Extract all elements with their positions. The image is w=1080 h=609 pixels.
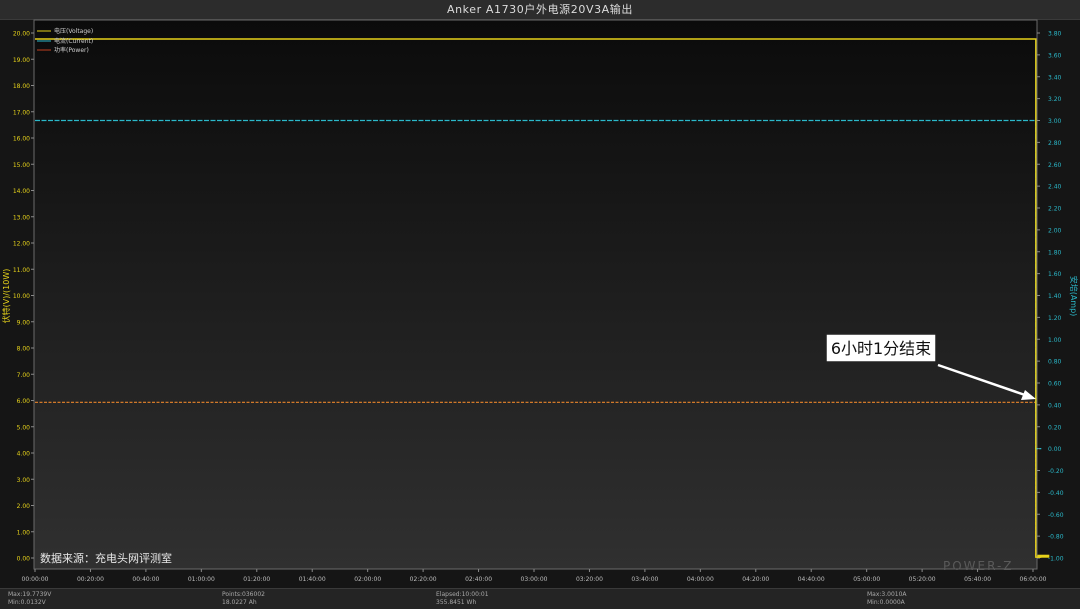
min-current: Min:0.0000A xyxy=(867,599,905,606)
x-axis: 00:00:00 00:20:00 00:40:00 01:00:00 01:20:00… xyxy=(22,569,1047,583)
left-tick-label: 12.00 xyxy=(13,241,30,248)
right-tick-label: -1.00 xyxy=(1048,556,1064,563)
power-z-watermark: POWER-Z xyxy=(943,559,1014,573)
points-stats: Points:036002 18.0227 Ah xyxy=(222,591,265,607)
x-tick-label: 02:20:00 xyxy=(410,576,437,583)
right-tick-label: 3.20 xyxy=(1048,96,1062,103)
x-tick-label: 04:20:00 xyxy=(742,576,769,583)
statistics-footer: Max:19.7739V Min:0.0132V Points:036002 1… xyxy=(0,588,1080,609)
plot-background xyxy=(33,19,1038,570)
legend-current-label: 电流(Current) xyxy=(54,37,93,45)
right-tick-label: 2.00 xyxy=(1048,227,1062,234)
callout-text: 6小时1分结束 xyxy=(831,339,931,358)
x-tick-label: 03:00:00 xyxy=(521,576,548,583)
points-count: Points:036002 xyxy=(222,591,265,598)
x-tick-label: 04:40:00 xyxy=(798,576,825,583)
x-tick-label: 01:20:00 xyxy=(243,576,270,583)
legend: 电压(Voltage) 电流(Current) 功率(Power) xyxy=(37,27,93,54)
right-tick-label: 1.00 xyxy=(1048,337,1062,344)
left-tick-label: 2.00 xyxy=(17,503,31,510)
x-tick-label: 00:20:00 xyxy=(77,576,104,583)
left-tick-label: 15.00 xyxy=(13,162,30,169)
right-tick-label: 1.20 xyxy=(1048,315,1062,322)
x-tick-label: 05:00:00 xyxy=(853,576,880,583)
voltage-stats: Max:19.7739V Min:0.0132V xyxy=(8,591,51,607)
left-axis-label: 伏特(V)/(10W) xyxy=(1,269,11,324)
right-tick-label: 2.80 xyxy=(1048,140,1062,147)
max-current: Max:3.0010A xyxy=(867,591,907,598)
x-tick-label: 02:40:00 xyxy=(465,576,492,583)
x-tick-label: 05:20:00 xyxy=(909,576,936,583)
x-tick-label: 01:00:00 xyxy=(188,576,215,583)
legend-power-label: 功率(Power) xyxy=(54,46,89,54)
left-tick-label: 16.00 xyxy=(13,136,30,143)
x-tick-label: 00:00:00 xyxy=(22,576,49,583)
left-axis: 0.00 1.00 2.00 3.00 4.00 5.00 6.00 7.00 8.00 9.00… xyxy=(13,31,34,563)
left-tick-label: 19.00 xyxy=(13,57,30,64)
left-tick-label: 10.00 xyxy=(13,293,30,300)
right-tick-label: 3.80 xyxy=(1048,31,1062,38)
chart-area: 0.00 1.00 2.00 3.00 4.00 5.00 6.00 7.00 8.00 9.00… xyxy=(1,19,1079,583)
left-tick-label: 0.00 xyxy=(17,556,31,563)
right-tick-label: -0.60 xyxy=(1048,512,1064,519)
capacity-value: 18.0227 Ah xyxy=(222,599,257,606)
right-tick-label: 2.40 xyxy=(1048,184,1062,191)
left-tick-label: 17.00 xyxy=(13,109,30,116)
app-window: Anker A1730户外电源20V3A输出 0.00 1.00 2.00 3.00 4… xyxy=(0,0,1080,609)
right-tick-label: 2.20 xyxy=(1048,206,1062,213)
right-tick-label: 0.00 xyxy=(1048,446,1062,453)
right-tick-label: 1.80 xyxy=(1048,249,1062,256)
right-tick-label: 0.60 xyxy=(1048,381,1062,388)
right-tick-label: 0.80 xyxy=(1048,359,1062,366)
data-source-caption: 数据来源：充电头网评测室 xyxy=(40,551,172,565)
x-tick-label: 03:40:00 xyxy=(631,576,658,583)
left-tick-label: 11.00 xyxy=(13,267,30,274)
left-tick-label: 20.00 xyxy=(13,31,30,38)
right-tick-label: -0.80 xyxy=(1048,534,1064,541)
min-voltage: Min:0.0132V xyxy=(8,599,46,606)
right-tick-label: 3.60 xyxy=(1048,52,1062,59)
left-tick-label: 3.00 xyxy=(17,477,31,484)
x-tick-label: 05:40:00 xyxy=(964,576,991,583)
right-tick-label: 1.40 xyxy=(1048,293,1062,300)
legend-voltage-label: 电压(Voltage) xyxy=(54,27,93,35)
right-tick-label: 0.40 xyxy=(1048,402,1062,409)
current-stats: Max:3.0010A Min:0.0000A xyxy=(867,591,907,607)
left-tick-label: 1.00 xyxy=(17,529,31,536)
left-tick-label: 14.00 xyxy=(13,188,30,195)
right-tick-label: 0.20 xyxy=(1048,424,1062,431)
x-tick-label: 06:00:00 xyxy=(1020,576,1047,583)
energy-value: 355.8451 Wh xyxy=(436,599,477,606)
right-tick-label: -0.20 xyxy=(1048,468,1064,475)
x-tick-label: 01:40:00 xyxy=(299,576,326,583)
left-tick-label: 6.00 xyxy=(17,398,31,405)
right-axis-label: 安培(Amp) xyxy=(1069,276,1079,317)
left-tick-label: 8.00 xyxy=(17,346,31,353)
left-tick-label: 7.00 xyxy=(17,372,31,379)
title-bar: Anker A1730户外电源20V3A输出 xyxy=(0,0,1080,20)
chart-title: Anker A1730户外电源20V3A输出 xyxy=(446,3,634,16)
elapsed-time: Elapsed:10:00:01 xyxy=(436,591,489,598)
left-tick-label: 4.00 xyxy=(17,451,31,458)
left-tick-label: 13.00 xyxy=(13,214,30,221)
x-tick-label: 02:00:00 xyxy=(354,576,381,583)
right-tick-label: 3.40 xyxy=(1048,74,1062,81)
right-tick-label: 3.00 xyxy=(1048,118,1062,125)
left-tick-label: 9.00 xyxy=(17,319,31,326)
x-tick-label: 03:20:00 xyxy=(576,576,603,583)
left-tick-label: 18.00 xyxy=(13,83,30,90)
x-tick-label: 00:40:00 xyxy=(132,576,159,583)
right-axis: -1.00 -0.80 -0.60 -0.40 -0.20 0.00 0.20 0.40 0.6… xyxy=(1037,31,1064,563)
x-tick-label: 04:00:00 xyxy=(687,576,714,583)
max-voltage: Max:19.7739V xyxy=(8,591,52,598)
elapsed-stats: Elapsed:10:00:01 355.8451 Wh xyxy=(436,591,489,607)
left-tick-label: 5.00 xyxy=(17,424,31,431)
right-tick-label: -0.40 xyxy=(1048,490,1064,497)
right-tick-label: 1.60 xyxy=(1048,271,1062,278)
right-tick-label: 2.60 xyxy=(1048,162,1062,169)
